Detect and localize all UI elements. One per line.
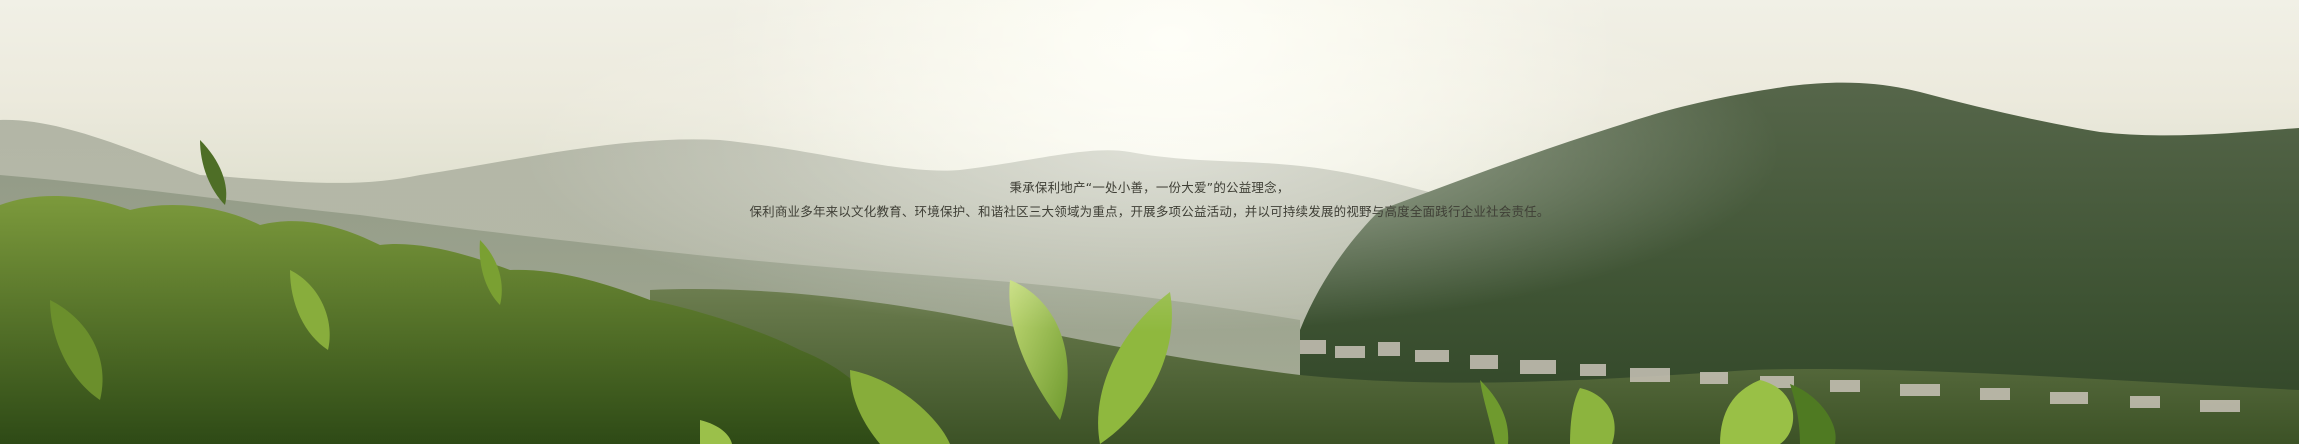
banner-caption: 秉承保利地产“一处小善，一份大爱”的公益理念， 保利商业多年来以文化教育、环境保… [0, 176, 2299, 224]
caption-line-1: 秉承保利地产“一处小善，一份大爱”的公益理念， [1009, 180, 1290, 195]
caption-line-2: 保利商业多年来以文化教育、环境保护、和谐社区三大领域为重点，开展多项公益活动，并… [749, 204, 1550, 219]
hero-banner: 秉承保利地产“一处小善，一份大爱”的公益理念， 保利商业多年来以文化教育、环境保… [0, 0, 2299, 444]
